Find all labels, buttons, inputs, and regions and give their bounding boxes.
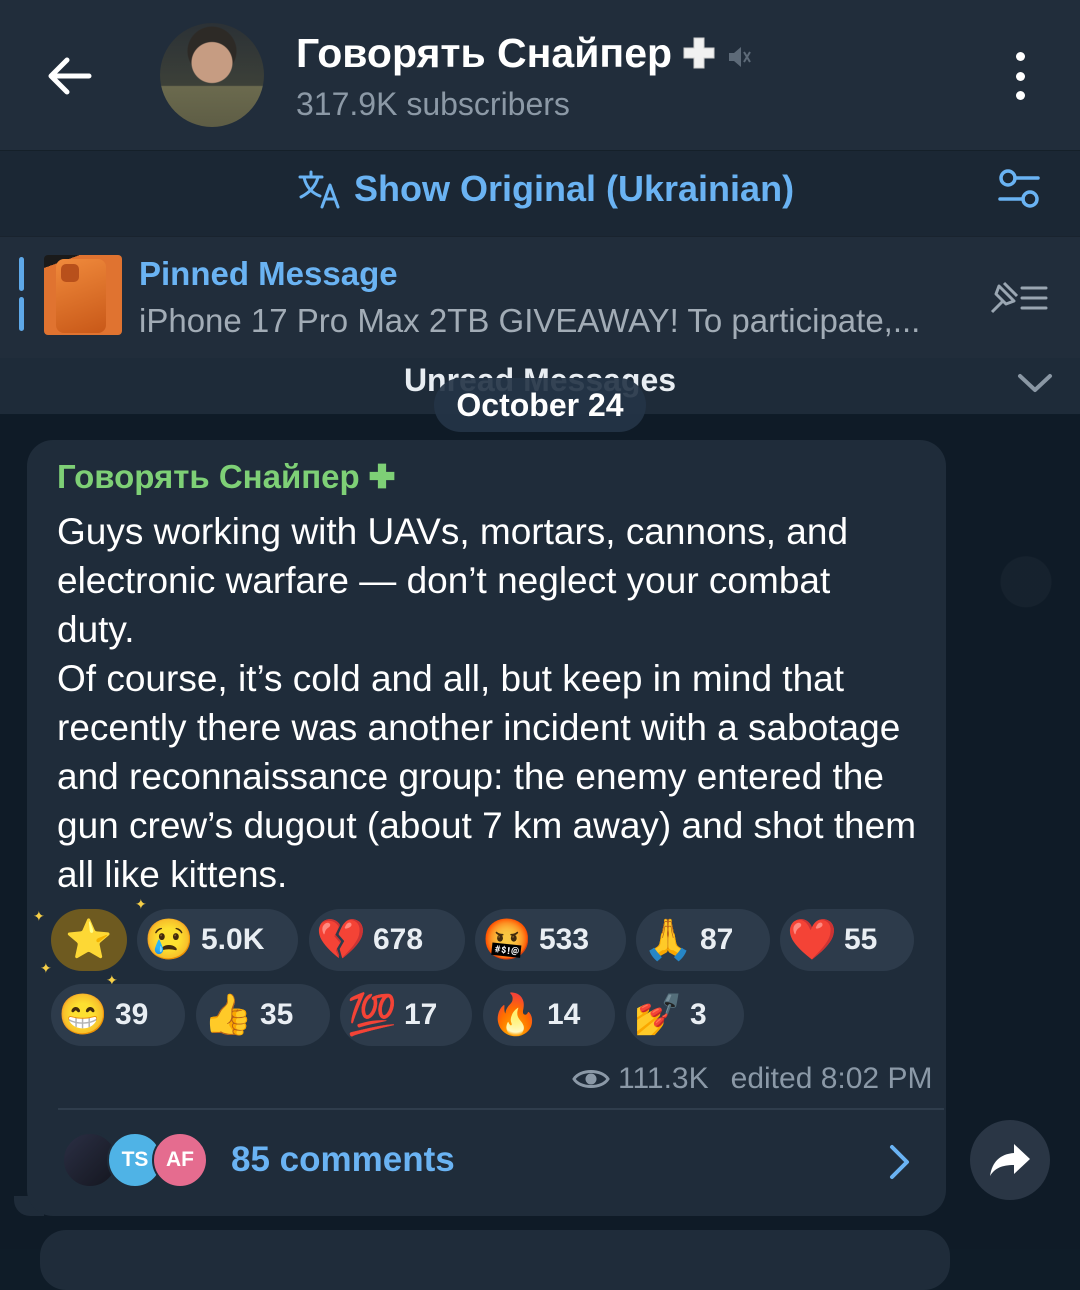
reaction-heart[interactable]: ❤️ 55 <box>780 909 914 971</box>
pinned-preview: iPhone 17 Pro Max 2TB GIVEAWAY! To parti… <box>139 302 921 339</box>
pinned-title: Pinned Message <box>139 255 398 292</box>
arrow-left-icon <box>48 57 92 95</box>
muted-icon <box>726 33 752 80</box>
channel-title[interactable]: Говорять Снайпер <box>296 30 752 80</box>
commenter-avatar: AF <box>152 1132 208 1188</box>
show-original-button[interactable]: Show Original (Ukrainian) <box>298 168 794 210</box>
red-heart-icon: ❤️ <box>787 918 837 962</box>
next-message-bubble <box>40 1230 950 1290</box>
menu-dot <box>1015 71 1025 81</box>
subscriber-count: 317.9K subscribers <box>296 86 570 122</box>
reaction-pray[interactable]: 🙏 87 <box>636 909 770 971</box>
pinned-list-icon <box>990 281 1048 314</box>
nail-polish-icon: 💅 <box>633 993 683 1037</box>
reaction-count: 39 <box>115 998 149 1031</box>
share-button[interactable] <box>970 1120 1050 1200</box>
reaction-cursing[interactable]: 🤬 533 <box>475 909 626 971</box>
share-arrow-icon <box>990 1144 1030 1176</box>
show-original-label: Show Original (Ukrainian) <box>354 168 795 209</box>
reaction-thumbs-up[interactable]: 👍 35 <box>196 984 330 1046</box>
pinned-thumbnail <box>44 255 122 335</box>
reaction-grin[interactable]: 😁 39 <box>51 984 185 1046</box>
reaction-cry[interactable]: 😢 5.0K <box>137 909 298 971</box>
chevron-down-icon <box>1018 374 1052 392</box>
reaction-count: 678 <box>373 923 424 956</box>
pinned-indicator <box>19 257 24 291</box>
reaction-count: 35 <box>260 998 294 1031</box>
phone-camera <box>61 264 79 282</box>
scroll-down-button[interactable] <box>1016 372 1054 401</box>
reaction-count: 17 <box>404 998 438 1031</box>
praying-hands-icon: 🙏 <box>643 918 693 962</box>
sender-name: Говорять Снайпер <box>57 458 360 495</box>
message-meta: 111.3K edited 8:02 PM <box>572 1062 932 1096</box>
translate-icon <box>298 170 340 209</box>
sliders-icon <box>998 169 1040 208</box>
reaction-count: 3 <box>690 998 707 1031</box>
fire-icon: 🔥 <box>490 993 540 1037</box>
chevron-right-icon <box>890 1145 909 1179</box>
reaction-broken-heart[interactable]: 💔 678 <box>309 909 465 971</box>
menu-dot <box>1015 91 1025 100</box>
reaction-fire[interactable]: 🔥 14 <box>483 984 615 1046</box>
thumbs-up-icon: 👍 <box>203 993 253 1037</box>
channel-name: Говорять Снайпер <box>296 30 673 76</box>
grinning-face-icon: 😁 <box>58 993 108 1037</box>
cursing-face-icon: 🤬 <box>482 918 532 962</box>
sparkle-icon: ✦ <box>40 960 52 976</box>
date-separator: October 24 <box>434 378 646 432</box>
comments-divider <box>58 1108 944 1110</box>
reaction-nail-polish[interactable]: 💅 3 <box>626 984 744 1046</box>
reaction-count: 87 <box>700 923 734 956</box>
sender-plus-icon <box>368 460 396 498</box>
star-icon: ⭐ <box>65 919 113 961</box>
open-comments-button[interactable] <box>886 1142 914 1187</box>
view-count: 111.3K <box>618 1062 709 1095</box>
broken-heart-icon: 💔 <box>316 918 366 962</box>
message-sender[interactable]: Говорять Снайпер <box>57 458 396 498</box>
eye-icon <box>572 1070 610 1088</box>
sparkle-icon: ✦ <box>33 908 45 924</box>
reaction-count: 533 <box>539 923 590 956</box>
pinned-indicator <box>19 297 24 331</box>
message-text: Guys working with UAVs, mortars, cannons… <box>57 507 917 899</box>
edited-time: edited 8:02 PM <box>730 1062 933 1095</box>
menu-dot <box>1015 52 1025 61</box>
plus-badge-icon <box>682 33 716 80</box>
crying-face-icon: 😢 <box>144 918 194 962</box>
channel-avatar[interactable] <box>160 23 264 127</box>
reaction-count: 14 <box>547 998 581 1031</box>
hundred-points-icon: 💯 <box>347 993 397 1037</box>
message-paragraph: Guys working with UAVs, mortars, cannons… <box>57 511 849 650</box>
reaction-hundred[interactable]: 💯 17 <box>340 984 472 1046</box>
comments-link[interactable]: 85 comments <box>231 1140 455 1180</box>
back-button[interactable] <box>40 48 100 104</box>
more-menu-button[interactable] <box>1000 52 1040 100</box>
message-paragraph: Of course, it’s cold and all, but keep i… <box>57 658 917 895</box>
reaction-count: 5.0K <box>201 923 265 956</box>
pinned-list-button[interactable] <box>986 278 1050 323</box>
sparkle-icon: ✦ <box>135 896 147 912</box>
star-reaction[interactable]: ⭐ <box>51 909 127 971</box>
translate-settings-button[interactable] <box>996 168 1042 215</box>
reaction-count: 55 <box>844 923 878 956</box>
